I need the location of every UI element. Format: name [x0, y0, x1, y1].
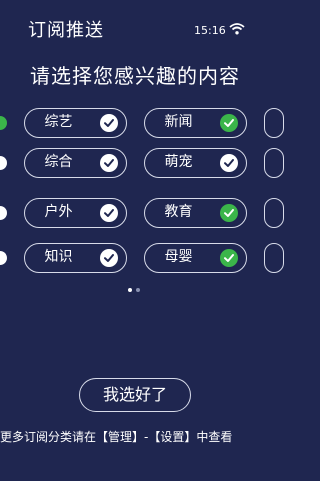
wifi-icon — [229, 23, 245, 35]
offscreen-option-check-icon[interactable] — [0, 116, 7, 130]
interest-option-label: 综合 — [44, 154, 73, 170]
check-icon — [220, 204, 238, 222]
footer-note: 更多订阅分类请在【管理】-【设置】中查看 — [0, 430, 233, 444]
check-icon — [100, 114, 118, 132]
offscreen-option[interactable] — [264, 148, 284, 178]
interest-option[interactable]: 教育 — [144, 198, 247, 228]
page-dot — [136, 288, 140, 292]
page-headline: 请选择您感兴趣的内容 — [30, 64, 240, 88]
status-time: 15:16 — [194, 24, 226, 37]
interest-option[interactable]: 母婴 — [144, 243, 247, 273]
interest-option-label: 综艺 — [44, 114, 73, 130]
check-icon — [220, 114, 238, 132]
offscreen-option[interactable] — [264, 198, 284, 228]
check-icon — [100, 249, 118, 267]
interest-option[interactable]: 知识 — [24, 243, 127, 273]
interest-option[interactable]: 综艺 — [24, 108, 127, 138]
check-icon — [100, 204, 118, 222]
confirm-button[interactable]: 我选好了 — [79, 378, 191, 412]
offscreen-option-check-icon[interactable] — [0, 206, 7, 220]
interest-option-label: 知识 — [44, 249, 73, 265]
check-icon — [100, 154, 118, 172]
offscreen-option[interactable] — [264, 108, 284, 138]
interest-option-label: 萌宠 — [164, 154, 193, 170]
offscreen-option[interactable] — [264, 243, 284, 273]
interest-option[interactable]: 萌宠 — [144, 148, 247, 178]
interest-option-label: 教育 — [164, 204, 193, 220]
interest-option[interactable]: 综合 — [24, 148, 127, 178]
interest-option-label: 户外 — [44, 204, 73, 220]
interest-option[interactable]: 新闻 — [144, 108, 247, 138]
interest-option[interactable]: 户外 — [24, 198, 127, 228]
offscreen-option-check-icon[interactable] — [0, 156, 7, 170]
app-title: 订阅推送 — [28, 20, 104, 41]
check-icon — [220, 154, 238, 172]
interest-option-label: 新闻 — [164, 114, 193, 130]
check-icon — [220, 249, 238, 267]
interest-option-label: 母婴 — [164, 249, 193, 265]
offscreen-option-check-icon[interactable] — [0, 251, 7, 265]
page-dot-active — [128, 288, 132, 292]
